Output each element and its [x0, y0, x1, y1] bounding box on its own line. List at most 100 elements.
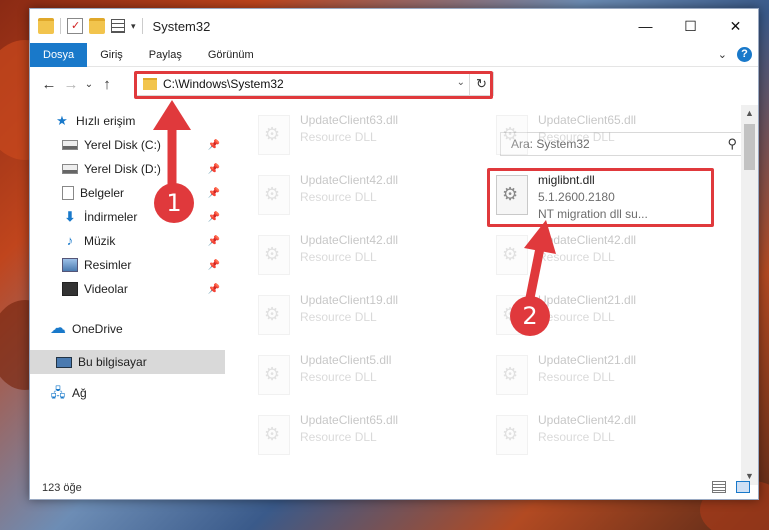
music-icon: ♪ — [66, 233, 74, 248]
chevron-down-icon[interactable]: ⌄ — [718, 48, 727, 61]
pin-icon[interactable]: 📌 — [208, 140, 220, 151]
file-name: UpdateClient5.dll — [300, 353, 392, 367]
file-description: Resource DLL — [300, 430, 377, 444]
customize-toolbar-icon[interactable]: ▾ — [131, 21, 136, 32]
up-button[interactable]: ↑ — [96, 76, 118, 93]
file-description: Resource DLL — [300, 310, 377, 324]
back-button[interactable]: ← — [38, 76, 60, 93]
dll-file-icon — [258, 415, 290, 455]
sidebar-item-videos[interactable]: Videolar 📌 — [30, 277, 225, 301]
properties-icon[interactable] — [67, 18, 83, 34]
file-name: UpdateClient19.dll — [300, 293, 399, 307]
ribbon-controls: ⌄ ? — [718, 47, 752, 62]
sidebar-item-label: İndirmeler — [84, 210, 138, 224]
file-description: Resource DLL — [300, 370, 377, 384]
file-description: Resource DLL — [300, 130, 377, 144]
address-path[interactable]: C:\Windows\System32 — [163, 77, 284, 91]
file-item[interactable]: UpdateClient19.dll Resource DLL — [250, 289, 478, 341]
drive-icon — [62, 140, 78, 150]
forward-button[interactable]: → — [60, 76, 82, 93]
tab-file[interactable]: Dosya — [30, 42, 88, 67]
pictures-icon — [62, 258, 78, 272]
file-item[interactable]: UpdateClient42.dll Resource DLL — [488, 409, 716, 461]
address-bar[interactable]: C:\Windows\System32 ⌄ ↻ — [135, 72, 494, 96]
dll-file-icon — [258, 175, 290, 215]
file-item[interactable]: UpdateClient42.dll Resource DLL — [250, 229, 478, 281]
sidebar-item-label: Bu bilgisayar — [78, 355, 147, 369]
new-folder-icon[interactable] — [89, 18, 105, 34]
sidebar-item-quick-access[interactable]: ★ Hızlı erişim — [30, 109, 225, 133]
pin-icon[interactable]: 📌 — [208, 164, 220, 175]
file-item[interactable]: UpdateClient42.dll Resource DLL — [250, 169, 478, 221]
sidebar-item-documents[interactable]: Belgeler 📌 — [30, 181, 225, 205]
sidebar-item-local-disk-c[interactable]: Yerel Disk (C:) 📌 — [30, 133, 225, 157]
help-button[interactable]: ? — [737, 47, 752, 62]
sidebar-item-label: Resimler — [84, 258, 132, 272]
file-description: Resource DLL — [538, 430, 615, 444]
scroll-thumb[interactable] — [744, 124, 755, 170]
file-description: Resource DLL — [538, 250, 615, 264]
sidebar-item-network[interactable]: 🖧 Ağ — [30, 381, 225, 405]
folder-icon — [143, 78, 157, 90]
dll-file-icon — [496, 355, 528, 395]
tab-share[interactable]: Paylaş — [136, 43, 195, 67]
minimize-button[interactable]: — — [623, 9, 668, 43]
pin-icon[interactable]: 📌 — [208, 212, 220, 223]
sidebar-item-music[interactable]: ♪ Müzik 📌 — [30, 229, 225, 253]
view-list-icon[interactable] — [111, 19, 125, 33]
pin-icon[interactable]: 📌 — [208, 188, 220, 199]
scroll-up-icon[interactable]: ▲ — [741, 105, 758, 122]
sidebar-item-pictures[interactable]: Resimler 📌 — [30, 253, 225, 277]
file-item-miglibnt[interactable]: miglibnt.dll 5.1.2600.2180 NT migration … — [488, 169, 716, 229]
folder-icon — [38, 18, 54, 34]
vertical-scrollbar[interactable]: ▲ ▼ — [741, 105, 758, 485]
pin-icon[interactable]: 📌 — [208, 284, 220, 295]
recent-locations-button[interactable]: ⌄ — [82, 79, 96, 90]
tab-home[interactable]: Giriş — [87, 43, 136, 67]
file-name: UpdateClient42.dll — [538, 413, 637, 427]
file-name: UpdateClient63.dll — [300, 113, 399, 127]
sidebar-item-this-pc[interactable]: Bu bilgisayar — [30, 350, 225, 374]
maximize-button[interactable]: ☐ — [668, 9, 713, 43]
file-version: 5.1.2600.2180 — [538, 190, 615, 204]
file-item[interactable]: UpdateClient42.dll Resource DLL — [488, 229, 716, 281]
details-view-icon[interactable] — [712, 481, 726, 493]
pin-icon[interactable]: 📌 — [208, 260, 220, 271]
file-description: Resource DLL — [538, 130, 615, 144]
dll-file-icon — [258, 355, 290, 395]
file-item[interactable]: UpdateClient63.dll Resource DLL — [250, 109, 478, 161]
sidebar-item-label: Videolar — [84, 282, 128, 296]
sidebar-item-downloads[interactable]: ⬇ İndirmeler 📌 — [30, 205, 225, 229]
status-bar: 123 öğe — [30, 477, 758, 499]
file-list: UpdateClient63.dll Resource DLL UpdateCli… — [225, 105, 741, 467]
address-dropdown-button[interactable]: ⌄ — [457, 77, 465, 88]
step-badge-2: 2 — [510, 296, 550, 336]
large-icons-view-icon[interactable] — [736, 481, 750, 493]
file-name: UpdateClient42.dll — [538, 233, 637, 247]
dll-file-icon — [496, 115, 528, 155]
dll-file-icon — [496, 235, 528, 275]
sidebar-item-onedrive[interactable]: ☁ OneDrive — [30, 317, 225, 341]
refresh-button[interactable]: ↻ — [469, 73, 493, 95]
network-icon: 🖧 — [50, 385, 66, 400]
file-item[interactable]: UpdateClient21.dll Resource DLL — [488, 349, 716, 401]
step-badge-1: 1 — [154, 183, 194, 223]
file-description: NT migration dll su... — [538, 207, 648, 221]
close-button[interactable]: ✕ — [713, 9, 758, 43]
file-item[interactable]: UpdateClient65.dll Resource DLL — [250, 409, 478, 461]
file-item[interactable]: UpdateClient65.dll Resource DLL — [488, 109, 716, 161]
view-buttons — [712, 481, 750, 493]
file-item[interactable]: UpdateClient5.dll Resource DLL — [250, 349, 478, 401]
file-name: UpdateClient65.dll — [538, 113, 637, 127]
sidebar-item-label: Yerel Disk (D:) — [84, 162, 161, 176]
file-description: Resource DLL — [300, 190, 377, 204]
file-description: Resource DLL — [538, 370, 615, 384]
tab-view[interactable]: Görünüm — [195, 43, 267, 67]
sidebar-item-label: Ağ — [72, 386, 87, 400]
pin-icon[interactable]: 📌 — [208, 236, 220, 247]
title-bar: ▾ System32 — ☐ ✕ — [30, 9, 758, 43]
sidebar-item-label: Yerel Disk (C:) — [84, 138, 161, 152]
dll-file-icon — [496, 175, 528, 215]
file-description: Resource DLL — [300, 250, 377, 264]
sidebar-item-local-disk-d[interactable]: Yerel Disk (D:) 📌 — [30, 157, 225, 181]
